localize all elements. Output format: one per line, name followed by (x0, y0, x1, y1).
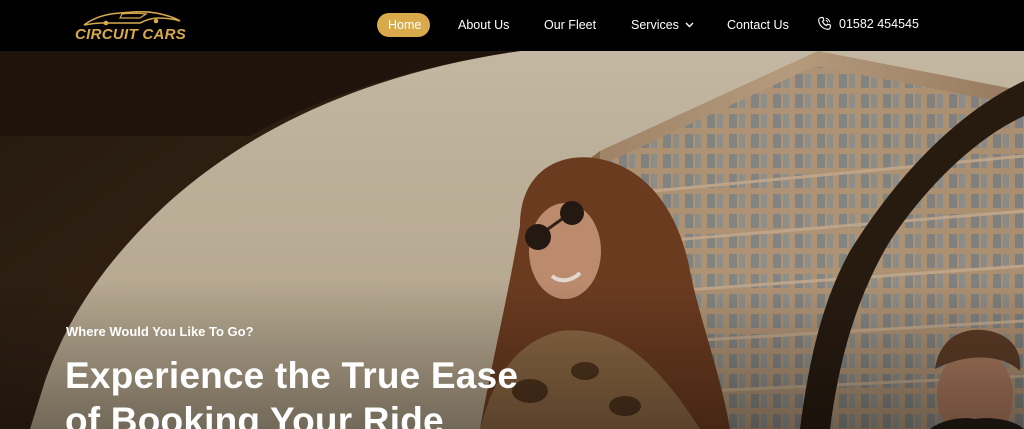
nav-services-dropdown[interactable]: Services (631, 18, 694, 32)
hero-tagline: Where Would You Like To Go? (66, 324, 254, 339)
top-navigation-bar: CIRCUIT CARS Home About Us Our Fleet Ser… (0, 0, 1024, 51)
nav-services-label: Services (631, 18, 679, 32)
main-menu: Home About Us Our Fleet Services Contact… (377, 13, 919, 37)
nav-phone-link[interactable]: 01582 454545 (817, 16, 919, 31)
hero-headline-line-1: Experience the True Ease (65, 355, 519, 396)
hero-headline-line-2: of Booking Your Ride (65, 400, 444, 429)
nav-home-link[interactable]: Home (377, 13, 430, 37)
hero-section: Where Would You Like To Go? Experience t… (0, 51, 1024, 429)
phone-icon (818, 16, 832, 30)
logo-text-cars: CARS (142, 26, 187, 43)
nav-about-us-link[interactable]: About Us (458, 18, 509, 32)
logo-wordmark: CIRCUIT CARS (75, 26, 186, 43)
car-silhouette-logo-icon (83, 11, 181, 26)
chevron-down-icon (685, 22, 694, 28)
nav-phone-number: 01582 454545 (839, 16, 919, 31)
circuit-cars-logo[interactable]: CIRCUIT CARS (70, 8, 194, 44)
logo-text-circuit: CIRCUIT (75, 26, 138, 43)
nav-our-fleet-link[interactable]: Our Fleet (544, 18, 596, 32)
nav-contact-us-link[interactable]: Contact Us (727, 18, 789, 32)
hero-headline: Experience the True Ease of Booking Your… (65, 353, 565, 429)
